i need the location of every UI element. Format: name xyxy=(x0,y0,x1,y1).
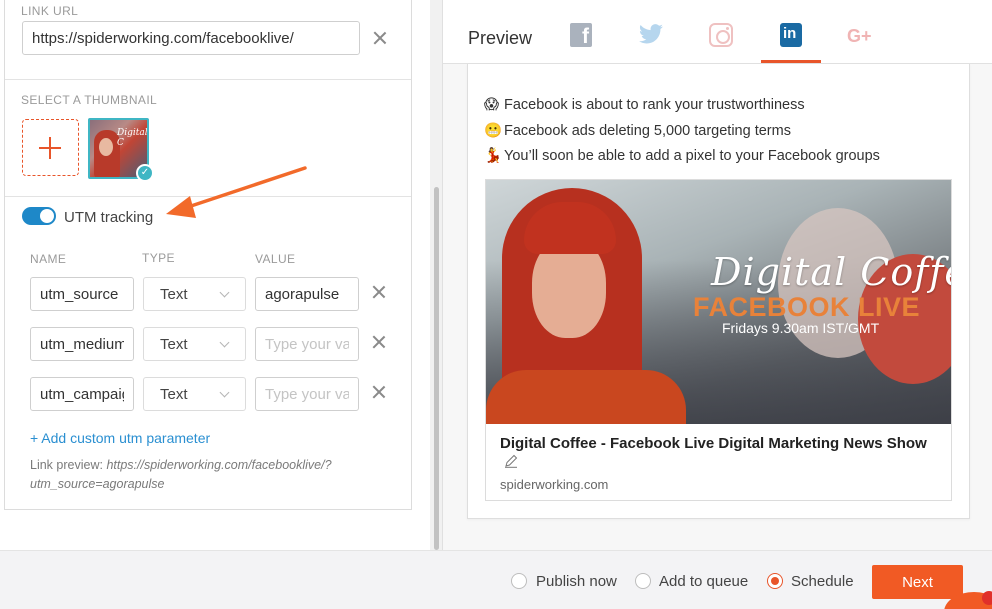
utm-name-input[interactable] xyxy=(30,327,134,361)
utm-type-value: Text xyxy=(160,336,188,353)
preview-column: Preview f in G+ 😱 Facebook is about to ra… xyxy=(442,0,992,550)
link-url-section: LINK URL xyxy=(5,0,411,80)
link-preview: Link preview: https://spiderworking.com/… xyxy=(30,456,400,494)
article-image-headline: FACEBOOK LIVE xyxy=(693,292,921,322)
preview-title: Preview xyxy=(468,28,533,48)
add-thumbnail-button[interactable] xyxy=(22,119,79,176)
link-url-label: LINK URL xyxy=(21,4,79,18)
publish-footer: Publish now Add to queue Schedule Next xyxy=(0,550,992,609)
remove-utm-row-icon[interactable] xyxy=(370,383,388,401)
post-preview-card: 😱 Facebook is about to rank your trustwor… xyxy=(467,64,970,519)
add-to-queue-label[interactable]: Add to queue xyxy=(659,573,748,590)
edit-pencil-icon[interactable] xyxy=(504,454,518,468)
clear-url-icon[interactable] xyxy=(371,29,389,47)
composer-left-column: LINK URL SELECT A THUMBNAIL Digital C ✓ … xyxy=(0,0,440,550)
utm-type-select[interactable]: Text xyxy=(143,327,246,361)
add-custom-utm-parameter-link[interactable]: + Add custom utm parameter xyxy=(30,430,210,446)
active-tab-underline xyxy=(761,60,821,63)
post-line-text: Facebook is about to rank your trustwort… xyxy=(504,97,805,113)
utm-value-column-header: VALUE xyxy=(255,252,296,266)
linkedin-glyph: in xyxy=(783,25,797,42)
utm-name-column-header: NAME xyxy=(30,252,67,266)
chat-notification-badge xyxy=(982,591,992,605)
thumbnail-label: SELECT A THUMBNAIL xyxy=(21,93,158,107)
schedule-radio[interactable] xyxy=(767,573,783,589)
publish-now-radio[interactable] xyxy=(511,573,527,589)
utm-row-source: Text xyxy=(5,277,411,313)
chevron-down-icon xyxy=(219,337,230,348)
article-title: Digital Coffee - Facebook Live Digital M… xyxy=(500,434,940,472)
utm-row-campaign: Text xyxy=(5,377,411,413)
link-article-preview[interactable]: Digital Coffee FACEBOOK LIVE Fridays 9.3… xyxy=(485,179,952,501)
utm-type-select[interactable]: Text xyxy=(143,277,246,311)
utm-value-input[interactable] xyxy=(255,327,359,361)
dancer-emoji-icon: 💃 xyxy=(484,148,503,164)
article-image-sweater xyxy=(486,370,686,424)
chevron-down-icon xyxy=(219,287,230,298)
utm-name-input[interactable] xyxy=(30,377,134,411)
left-scrollbar-thumb[interactable] xyxy=(434,187,439,550)
post-line: 😱 Facebook is about to rank your trustwor… xyxy=(484,97,805,113)
utm-tracking-label: UTM tracking xyxy=(64,209,154,226)
facebook-glyph: f xyxy=(582,25,589,48)
utm-type-select[interactable]: Text xyxy=(143,377,246,411)
remove-utm-row-icon[interactable] xyxy=(370,333,388,351)
schedule-label[interactable]: Schedule xyxy=(791,573,854,590)
preview-header: Preview f in G+ xyxy=(443,0,992,64)
thumbnail-script-text: Digital C xyxy=(117,128,148,148)
article-domain: spiderworking.com xyxy=(500,477,609,492)
post-line-text: You’ll soon be able to add a pixel to yo… xyxy=(504,148,880,164)
utm-type-column-header: TYPE xyxy=(142,251,175,265)
grimace-emoji-icon: 😬 xyxy=(484,123,503,139)
composer-panel: LINK URL SELECT A THUMBNAIL Digital C ✓ … xyxy=(4,0,412,510)
thumbnail-selected-check-icon: ✓ xyxy=(136,164,154,182)
utm-value-input[interactable] xyxy=(255,377,359,411)
scream-emoji-icon: 😱 xyxy=(484,97,500,113)
link-preview-label: Link preview: xyxy=(30,458,103,472)
remove-utm-row-icon[interactable] xyxy=(370,283,388,301)
thumbnail-face xyxy=(99,138,113,156)
article-image-subtitle: Fridays 9.30am IST/GMT xyxy=(722,320,880,336)
twitter-icon[interactable] xyxy=(638,23,664,47)
utm-row-medium: Text xyxy=(5,327,411,363)
google-plus-icon[interactable]: G+ xyxy=(847,26,877,50)
annotation-arrow-icon xyxy=(166,166,307,218)
post-line: 💃 You’ll soon be able to add a pixel to y… xyxy=(484,147,880,164)
utm-section: UTM tracking NAME TYPE VALUE Text Text xyxy=(5,198,411,510)
link-url-input[interactable] xyxy=(22,21,360,55)
utm-value-input[interactable] xyxy=(255,277,359,311)
utm-tracking-toggle[interactable] xyxy=(22,207,56,225)
article-image: Digital Coffee FACEBOOK LIVE Fridays 9.3… xyxy=(486,180,951,424)
add-to-queue-radio[interactable] xyxy=(635,573,651,589)
utm-name-input[interactable] xyxy=(30,277,134,311)
chevron-down-icon xyxy=(219,387,230,398)
instagram-icon[interactable] xyxy=(709,23,733,47)
article-title-text: Digital Coffee - Facebook Live Digital M… xyxy=(500,435,927,452)
post-line-text: Facebook ads deleting 5,000 targeting te… xyxy=(504,123,791,139)
post-line: 😬 Facebook ads deleting 5,000 targeting t… xyxy=(484,122,791,139)
linkedin-icon[interactable]: in xyxy=(780,23,802,47)
article-image-script-title: Digital Coffee xyxy=(711,250,951,294)
next-button[interactable]: Next xyxy=(872,565,963,599)
facebook-icon[interactable]: f xyxy=(570,23,592,48)
utm-type-value: Text xyxy=(160,286,188,303)
utm-type-value: Text xyxy=(160,386,188,403)
publish-now-label[interactable]: Publish now xyxy=(536,573,617,590)
